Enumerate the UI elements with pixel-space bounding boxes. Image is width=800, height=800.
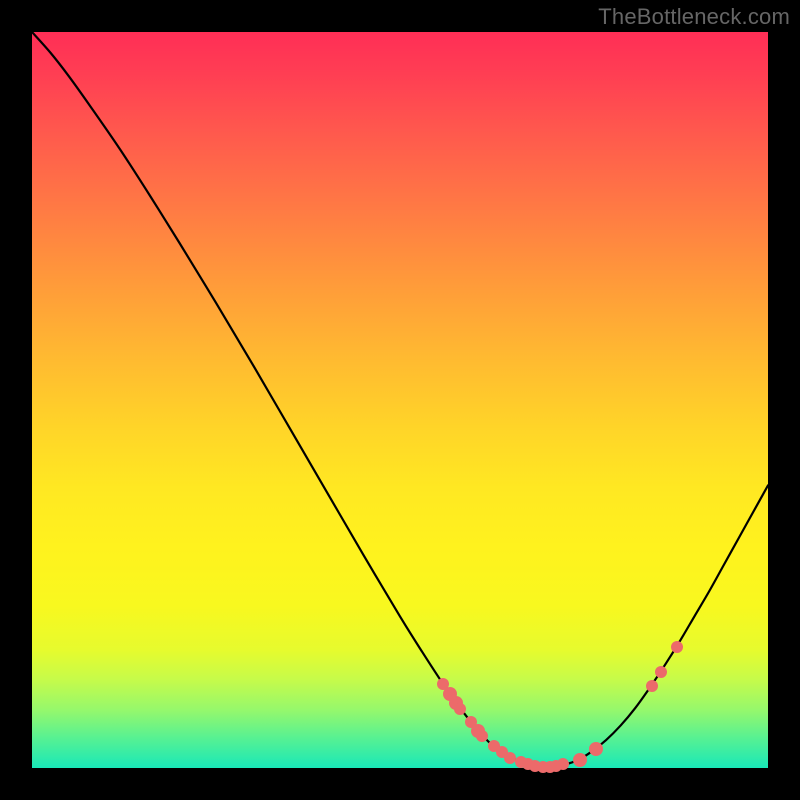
data-marker (476, 730, 488, 742)
data-marker (454, 703, 466, 715)
watermark-label: TheBottleneck.com (598, 4, 790, 30)
data-marker (573, 753, 587, 767)
data-marker (671, 641, 683, 653)
markers-layer (32, 32, 768, 768)
chart-stage (0, 0, 800, 800)
data-marker (655, 666, 667, 678)
plot-area (32, 32, 768, 768)
data-marker (557, 758, 569, 770)
data-marker (589, 742, 603, 756)
data-marker (646, 680, 658, 692)
